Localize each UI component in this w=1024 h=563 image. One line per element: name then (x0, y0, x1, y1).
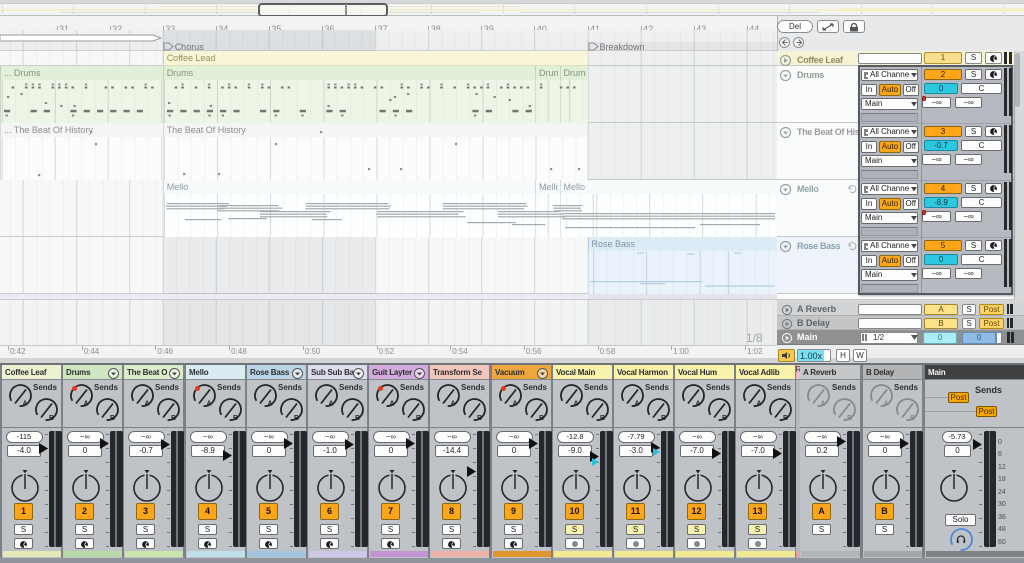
svg-text:B: B (171, 415, 176, 422)
svg-text:B: B (110, 415, 115, 422)
svg-text:B: B (722, 415, 727, 422)
svg-text:A: A (450, 401, 455, 408)
svg-text:A: A (328, 401, 333, 408)
svg-text:A: A (22, 401, 27, 408)
svg-text:A: A (512, 401, 517, 408)
svg-text:A: A (695, 401, 700, 408)
svg-text:B: B (355, 415, 360, 422)
svg-text:A: A (883, 401, 888, 408)
svg-text:A: A (83, 401, 88, 408)
svg-text:B: B (294, 415, 299, 422)
svg-text:A: A (756, 401, 761, 408)
svg-text:A: A (144, 401, 149, 408)
svg-text:B: B (49, 415, 54, 422)
svg-text:A: A (206, 401, 211, 408)
svg-text:A: A (267, 401, 272, 408)
svg-text:B: B (600, 415, 605, 422)
svg-text:B: B (233, 415, 238, 422)
svg-text:B: B (477, 415, 482, 422)
svg-text:B: B (783, 415, 788, 422)
svg-text:B: B (847, 415, 852, 422)
svg-text:B: B (416, 415, 421, 422)
svg-text:B: B (910, 415, 915, 422)
svg-text:B: B (661, 415, 666, 422)
svg-text:A: A (820, 401, 825, 408)
svg-text:A: A (634, 401, 639, 408)
svg-text:A: A (573, 401, 578, 408)
svg-text:A: A (389, 401, 394, 408)
svg-text:B: B (539, 415, 544, 422)
